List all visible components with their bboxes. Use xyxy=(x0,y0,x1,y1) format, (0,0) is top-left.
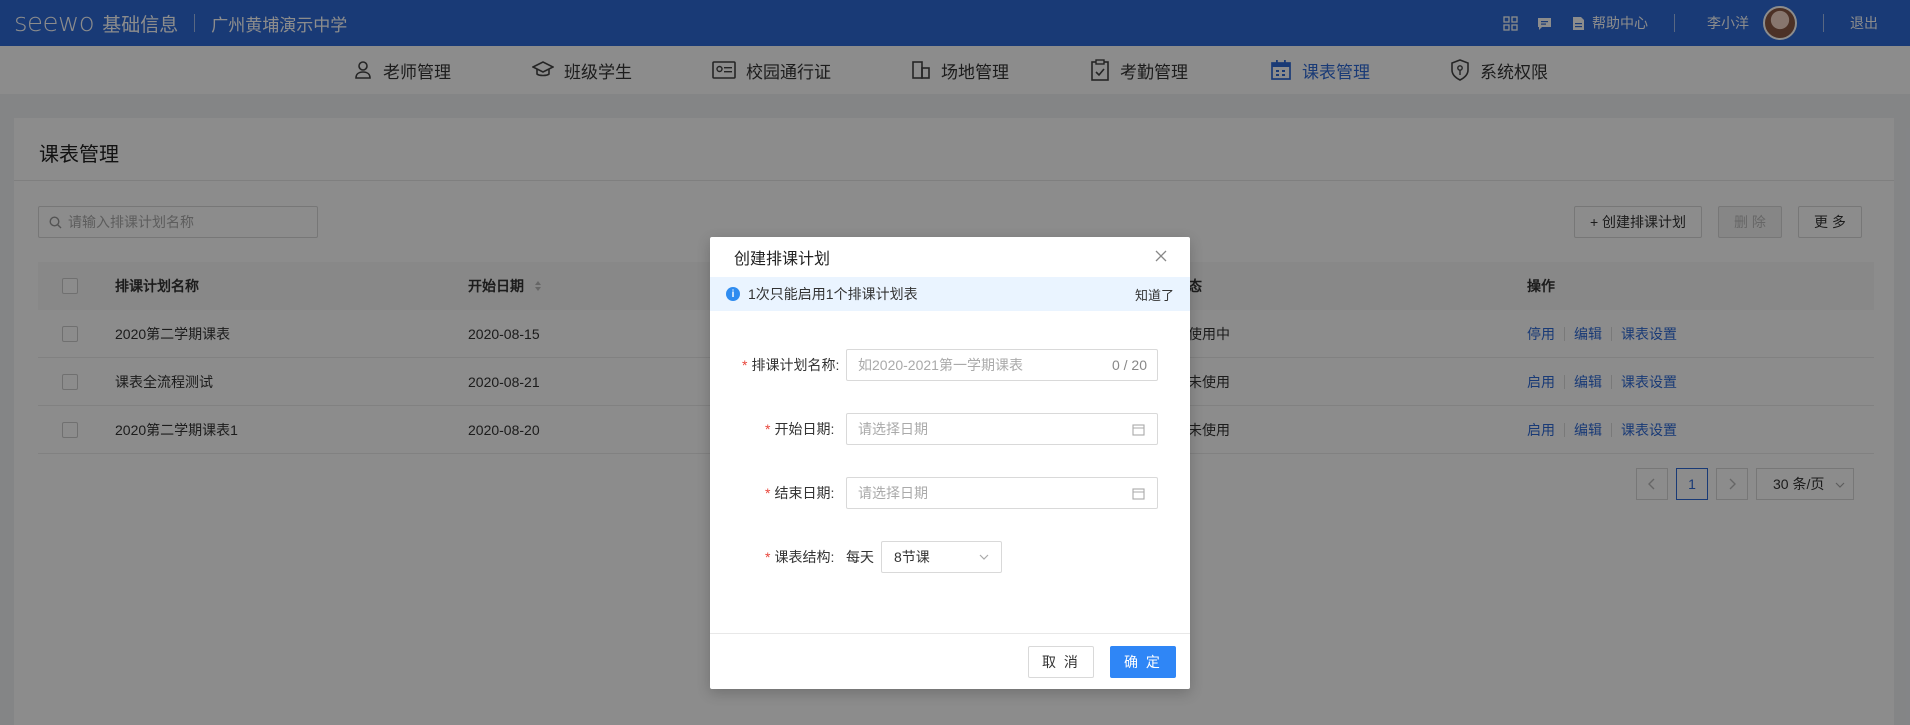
form-label: * 开始日期: xyxy=(765,413,834,445)
lessons-per-day-value: 8节课 xyxy=(894,549,930,565)
char-count: 0 / 20 xyxy=(1111,357,1147,373)
calendar-icon xyxy=(1132,424,1145,436)
calendar-icon xyxy=(1132,488,1145,500)
start-date-picker[interactable]: 请选择日期 xyxy=(846,413,1158,445)
chevron-down-icon xyxy=(979,554,989,560)
create-plan-dialog: 创建排课计划 i 1次只能启用1个排课计划表 知道了 * 排课计划名称: 如202… xyxy=(710,237,1190,689)
plan-name-input[interactable]: 如2020-2021第一学期课表 0 / 20 xyxy=(846,349,1158,381)
plan-name-label: 排课计划名称: xyxy=(751,357,840,373)
lessons-per-day-select[interactable]: 8节课 xyxy=(881,541,1002,573)
start-date-label: 开始日期: xyxy=(774,421,835,437)
dialog-footer: 取 消 确 定 xyxy=(710,633,1190,689)
form-row-end: * 结束日期: 请选择日期 xyxy=(710,477,1190,509)
cancel-button[interactable]: 取 消 xyxy=(1028,646,1094,678)
form-row-structure: * 课表结构: 每天 8节课 xyxy=(710,541,1190,573)
info-banner: i 1次只能启用1个排课计划表 知道了 xyxy=(710,277,1190,311)
close-icon[interactable] xyxy=(1154,249,1168,263)
end-date-picker[interactable]: 请选择日期 xyxy=(846,477,1158,509)
per-day-text: 每天 xyxy=(846,549,874,565)
form-row-start: * 开始日期: 请选择日期 xyxy=(710,413,1190,445)
required-mark: * xyxy=(742,357,748,373)
required-mark: * xyxy=(765,549,771,565)
structure-label: 课表结构: xyxy=(774,549,835,565)
plan-name-placeholder: 如2020-2021第一学期课表 xyxy=(858,357,1023,373)
form-label: * 排课计划名称: xyxy=(742,349,839,381)
form-row-name: * 排课计划名称: 如2020-2021第一学期课表 0 / 20 xyxy=(710,349,1190,381)
required-mark: * xyxy=(765,485,771,501)
got-it-link[interactable]: 知道了 xyxy=(1135,285,1174,304)
info-text: 1次只能启用1个排课计划表 xyxy=(748,286,918,302)
dialog-title: 创建排课计划 xyxy=(734,251,831,268)
end-date-placeholder: 请选择日期 xyxy=(858,485,928,501)
confirm-button[interactable]: 确 定 xyxy=(1110,646,1176,678)
end-date-label: 结束日期: xyxy=(774,485,835,501)
form-label: * 结束日期: xyxy=(765,477,834,509)
required-mark: * xyxy=(765,421,771,437)
info-icon: i xyxy=(726,287,740,301)
form-label: * 课表结构: xyxy=(765,541,834,573)
start-date-placeholder: 请选择日期 xyxy=(858,421,928,437)
